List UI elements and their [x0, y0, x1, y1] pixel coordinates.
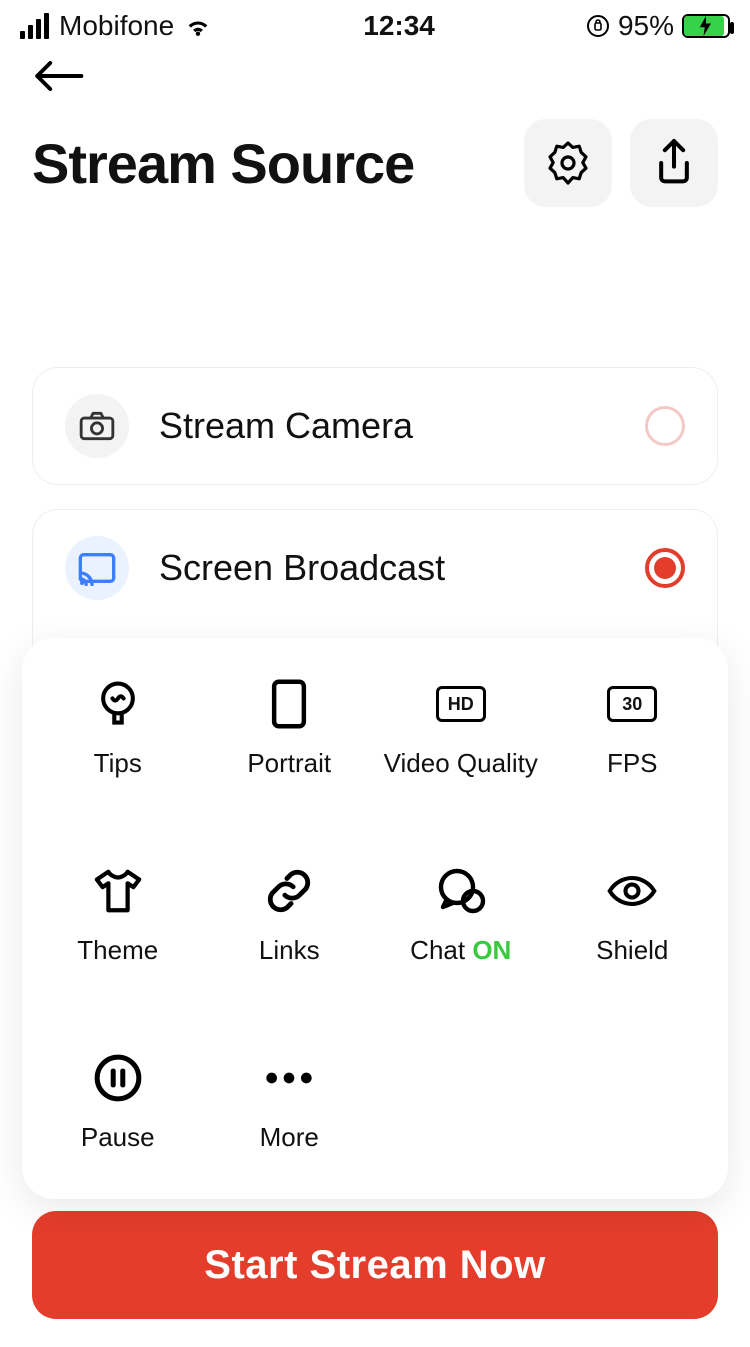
bulb-icon — [92, 678, 144, 730]
status-left: Mobifone — [20, 10, 212, 42]
link-icon — [263, 865, 315, 917]
tile-label: More — [260, 1122, 319, 1153]
signal-icon — [20, 13, 49, 39]
pause-icon — [92, 1052, 144, 1104]
orientation-lock-icon — [586, 14, 610, 38]
tile-portrait[interactable]: Portrait — [204, 678, 376, 779]
tile-label: Shield — [596, 935, 668, 966]
start-stream-button[interactable]: Start Stream Now — [32, 1211, 718, 1319]
settings-button[interactable] — [524, 119, 612, 207]
chat-icon — [435, 865, 487, 917]
arrow-left-icon — [32, 56, 84, 96]
shirt-icon — [92, 865, 144, 917]
tile-shield[interactable]: Shield — [547, 865, 719, 966]
battery-percent: 95% — [618, 10, 674, 42]
tile-chat[interactable]: Chat ON — [375, 865, 547, 966]
fps-icon: 30 — [606, 678, 658, 730]
header: Stream Source — [0, 48, 750, 207]
share-button[interactable] — [630, 119, 718, 207]
tile-label: Chat ON — [410, 935, 511, 966]
option-label: Screen Broadcast — [159, 547, 615, 589]
tile-links[interactable]: Links — [204, 865, 376, 966]
tile-fps[interactable]: 30 FPS — [547, 678, 719, 779]
option-screen-broadcast[interactable]: Screen Broadcast — [32, 509, 718, 650]
tile-pause[interactable]: Pause — [32, 1052, 204, 1153]
tile-theme[interactable]: Theme — [32, 865, 204, 966]
hd-icon: HD — [435, 678, 487, 730]
tile-more[interactable]: More — [204, 1052, 376, 1153]
tile-label: Video Quality — [384, 748, 538, 779]
clock: 12:34 — [363, 10, 435, 42]
tile-video-quality[interactable]: HD Video Quality — [375, 678, 547, 779]
battery-icon — [682, 14, 730, 38]
tile-tips[interactable]: Tips — [32, 678, 204, 779]
tile-label: Portrait — [247, 748, 331, 779]
eye-icon — [606, 865, 658, 917]
tile-label: FPS — [607, 748, 658, 779]
option-label: Stream Camera — [159, 405, 615, 447]
camera-icon — [65, 394, 129, 458]
page-title: Stream Source — [32, 131, 414, 196]
wifi-icon — [184, 15, 212, 37]
tile-label: Links — [259, 935, 320, 966]
more-icon — [263, 1052, 315, 1104]
radio-selected[interactable] — [645, 548, 685, 588]
source-options: Stream Camera Screen Broadcast — [0, 367, 750, 650]
cast-icon — [65, 536, 129, 600]
radio-unselected[interactable] — [645, 406, 685, 446]
portrait-icon — [263, 678, 315, 730]
tile-label: Theme — [77, 935, 158, 966]
gear-icon — [544, 139, 592, 187]
back-button[interactable] — [32, 56, 718, 101]
carrier: Mobifone — [59, 10, 174, 42]
status-right: 95% — [586, 10, 730, 42]
tile-label: Tips — [94, 748, 142, 779]
settings-panel: Tips Portrait HD Video Quality 30 FPS Th… — [22, 638, 728, 1199]
status-bar: Mobifone 12:34 95% — [0, 0, 750, 48]
option-stream-camera[interactable]: Stream Camera — [32, 367, 718, 485]
tile-label: Pause — [81, 1122, 155, 1153]
share-icon — [652, 137, 696, 189]
